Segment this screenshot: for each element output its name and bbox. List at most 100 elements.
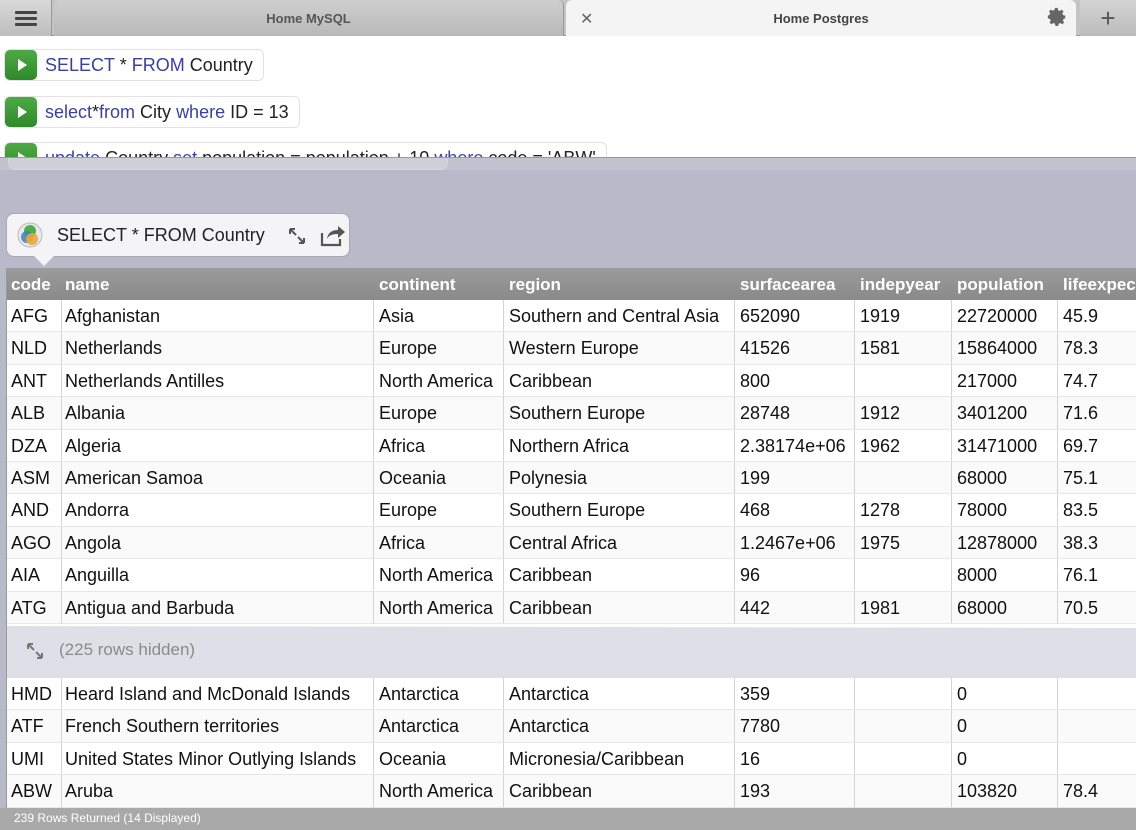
play-icon[interactable] [5, 97, 37, 127]
table-row[interactable]: DZA Algeria Africa Northern Africa 2.38174e+… [7, 429, 1136, 462]
table-cell[interactable]: 68000 [957, 468, 1007, 489]
table-row[interactable]: UMI United States Minor Outlying Islands O… [7, 742, 1136, 776]
column-header[interactable]: continent [379, 275, 456, 295]
table-cell[interactable]: Afghanistan [65, 306, 160, 327]
table-cell[interactable]: 78000 [957, 500, 1007, 521]
table-cell[interactable]: AGO [11, 533, 51, 554]
table-row[interactable]: ASM American Samoa Oceania Polynesia 199 6800… [7, 462, 1136, 495]
table-cell[interactable]: Western Europe [509, 338, 639, 359]
play-icon[interactable] [5, 143, 37, 157]
close-icon[interactable]: ✕ [580, 9, 593, 29]
table-cell[interactable]: 468 [740, 500, 770, 521]
column-header[interactable]: indepyear [860, 275, 940, 295]
history-item[interactable]: update Country set population = populati… [4, 142, 607, 157]
table-cell[interactable]: 76.1 [1063, 565, 1098, 586]
table-cell[interactable]: 83.5 [1063, 500, 1098, 521]
result-header[interactable]: SELECT * FROM Country [6, 213, 350, 257]
table-cell[interactable]: 68000 [957, 598, 1007, 619]
column-header[interactable]: surfacearea [740, 275, 835, 295]
table-cell[interactable]: ATF [11, 716, 44, 737]
table-cell[interactable]: NLD [11, 338, 47, 359]
table-cell[interactable]: 0 [957, 749, 967, 770]
table-cell[interactable]: 1919 [860, 306, 900, 327]
tab-home-postgres[interactable]: ✕ Home Postgres [566, 0, 1076, 36]
table-cell[interactable]: AND [11, 500, 49, 521]
table-cell[interactable]: 41526 [740, 338, 790, 359]
table-row[interactable]: ALB Albania Europe Southern Europe 28748 1912… [7, 397, 1136, 430]
table-cell[interactable]: Southern Europe [509, 500, 645, 521]
share-icon[interactable] [319, 224, 347, 248]
table-cell[interactable]: French Southern territories [65, 716, 279, 737]
table-cell[interactable]: ABW [11, 781, 52, 802]
table-cell[interactable]: Northern Africa [509, 436, 629, 457]
table-cell[interactable]: 28748 [740, 403, 790, 424]
table-cell[interactable]: Aruba [65, 781, 113, 802]
table-cell[interactable]: 652090 [740, 306, 800, 327]
table-cell[interactable]: North America [379, 598, 493, 619]
table-cell[interactable]: Antigua and Barbuda [65, 598, 234, 619]
table-cell[interactable]: Europe [379, 338, 437, 359]
table-cell[interactable]: Andorra [65, 500, 129, 521]
table-cell[interactable]: 1975 [860, 533, 900, 554]
table-cell[interactable]: Polynesia [509, 468, 587, 489]
tab-home-mysql[interactable]: Home MySQL [54, 0, 564, 36]
table-cell[interactable]: Southern Europe [509, 403, 645, 424]
table-cell[interactable]: 74.7 [1063, 371, 1098, 392]
column-header[interactable]: name [65, 275, 109, 295]
history-item[interactable]: SELECT * FROM Country [4, 49, 264, 81]
table-cell[interactable]: Netherlands Antilles [65, 371, 224, 392]
table-cell[interactable]: North America [379, 781, 493, 802]
table-cell[interactable]: ANT [11, 371, 47, 392]
table-cell[interactable]: HMD [11, 684, 52, 705]
table-cell[interactable]: Europe [379, 500, 437, 521]
table-cell[interactable]: 193 [740, 781, 770, 802]
table-cell[interactable]: 38.3 [1063, 533, 1098, 554]
table-cell[interactable]: Caribbean [509, 371, 592, 392]
table-cell[interactable]: Asia [379, 306, 414, 327]
table-cell[interactable]: 78.4 [1063, 781, 1098, 802]
table-cell[interactable]: 31471000 [957, 436, 1037, 457]
play-icon[interactable] [5, 50, 37, 80]
table-cell[interactable]: Angola [65, 533, 121, 554]
table-row[interactable]: HMD Heard Island and McDonald Islands Anta… [7, 678, 1136, 711]
table-cell[interactable]: 69.7 [1063, 436, 1098, 457]
table-cell[interactable]: 12878000 [957, 533, 1037, 554]
table-cell[interactable]: Caribbean [509, 781, 592, 802]
column-header[interactable]: lifeexpec [1063, 275, 1136, 295]
table-cell[interactable]: Central Africa [509, 533, 617, 554]
table-cell[interactable]: 45.9 [1063, 306, 1098, 327]
table-cell[interactable]: UMI [11, 749, 44, 770]
table-cell[interactable]: 199 [740, 468, 770, 489]
table-cell[interactable]: 16 [740, 749, 760, 770]
table-cell[interactable]: 0 [957, 716, 967, 737]
table-cell[interactable]: 3401200 [957, 403, 1027, 424]
table-row[interactable]: AGO Angola Africa Central Africa 1.2467e+06 1… [7, 526, 1136, 560]
table-cell[interactable]: Antarctica [379, 716, 459, 737]
table-cell[interactable]: North America [379, 371, 493, 392]
table-cell[interactable]: Oceania [379, 749, 446, 770]
table-cell[interactable]: Oceania [379, 468, 446, 489]
table-cell[interactable]: 75.1 [1063, 468, 1098, 489]
column-header[interactable]: region [509, 275, 561, 295]
table-cell[interactable]: 78.3 [1063, 338, 1098, 359]
table-cell[interactable]: 71.6 [1063, 403, 1098, 424]
table-cell[interactable]: Antarctica [379, 684, 459, 705]
table-cell[interactable]: 22720000 [957, 306, 1037, 327]
column-header[interactable]: code [11, 275, 51, 295]
table-cell[interactable]: American Samoa [65, 468, 203, 489]
table-cell[interactable]: 1.2467e+06 [740, 533, 836, 554]
table-cell[interactable]: Albania [65, 403, 125, 424]
table-row[interactable]: AIA Anguilla North America Caribbean 96 8000 7… [7, 559, 1136, 592]
table-cell[interactable]: Caribbean [509, 565, 592, 586]
table-cell[interactable]: ASM [11, 468, 50, 489]
table-cell[interactable]: 1912 [860, 403, 900, 424]
table-cell[interactable]: 1962 [860, 436, 900, 457]
table-row[interactable]: NLD Netherlands Europe Western Europe 41526 1… [7, 332, 1136, 365]
table-cell[interactable]: AFG [11, 306, 48, 327]
table-cell[interactable]: Antarctica [509, 716, 589, 737]
table-cell[interactable]: Europe [379, 403, 437, 424]
hidden-rows-band[interactable]: (225 rows hidden) [7, 626, 1136, 678]
table-cell[interactable]: 1278 [860, 500, 900, 521]
history-item[interactable]: select*from City where ID = 13 [4, 96, 300, 128]
table-cell[interactable]: 8000 [957, 565, 997, 586]
